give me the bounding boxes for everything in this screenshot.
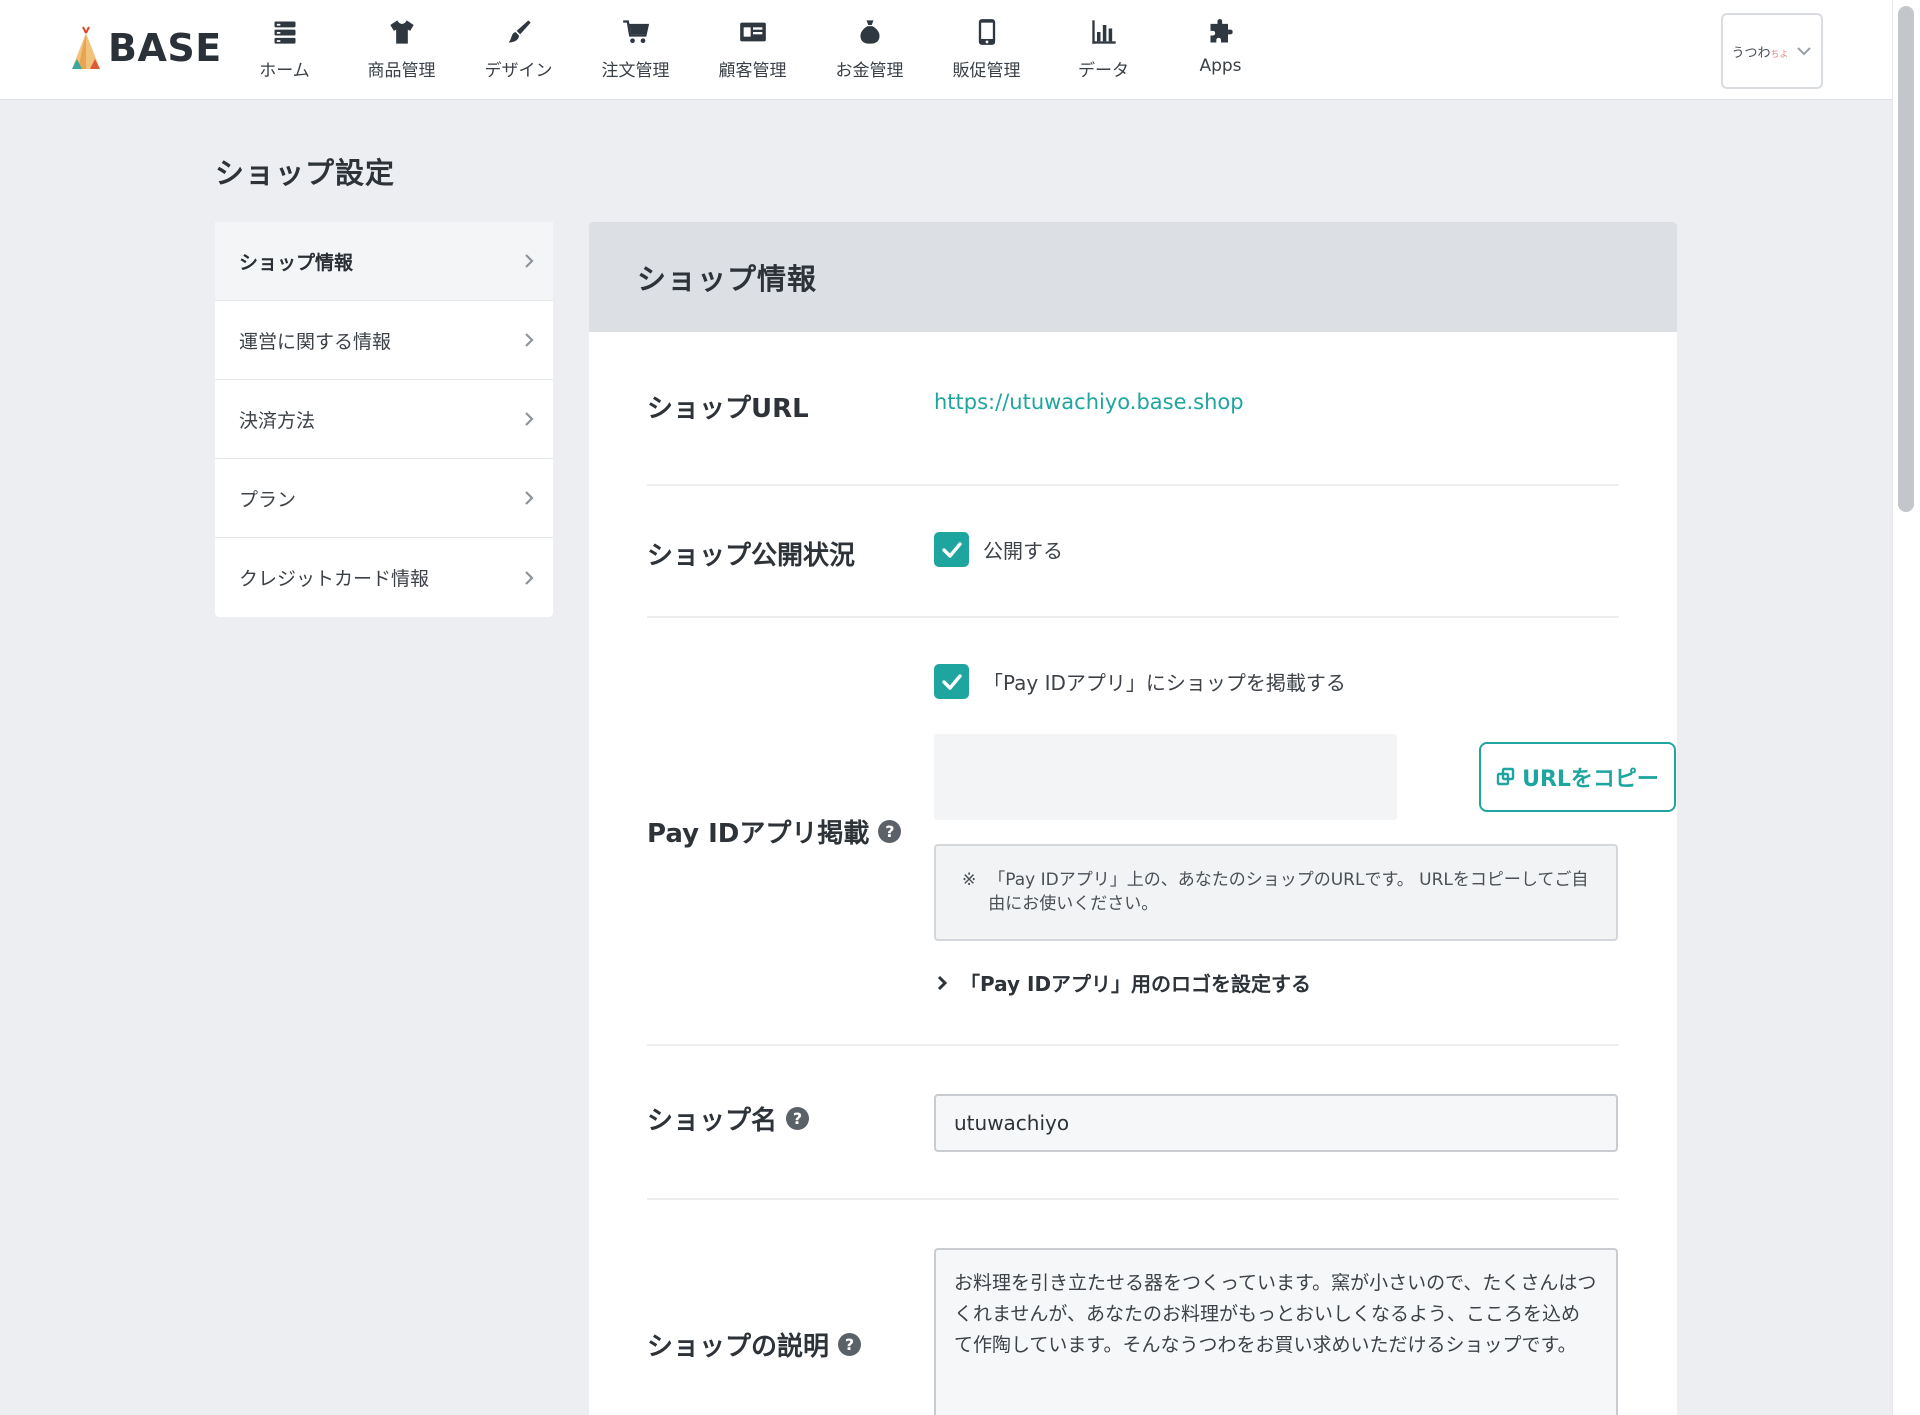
scrollbar-thumb[interactable] xyxy=(1898,6,1914,512)
nav-label: ホーム xyxy=(259,61,310,81)
server-stack-icon xyxy=(270,17,300,47)
payid-checkbox[interactable] xyxy=(934,664,969,699)
nav-label: 販促管理 xyxy=(952,61,1021,81)
nav-customers[interactable]: 顧客管理 xyxy=(694,0,811,100)
shop-visibility-row: ショップ公開状況 公開する xyxy=(647,486,1619,618)
panel-header: ショップ情報 xyxy=(589,222,1677,332)
payid-checkbox-label: 「Pay IDアプリ」にショップを掲載する xyxy=(983,671,1346,695)
payid-note: ※ 「Pay IDアプリ」上の、あなたのショップのURLです。 URLをコピーし… xyxy=(934,844,1618,941)
sidebar-item-label: 運営に関する情報 xyxy=(239,330,392,353)
shop-description-label: ショップの説明? xyxy=(647,1326,862,1363)
payid-label: Pay IDアプリ掲載? xyxy=(647,813,902,850)
shop-url-label: ショップURL xyxy=(647,394,809,424)
nav-label: データ xyxy=(1078,61,1129,81)
publish-checkbox-label: 公開する xyxy=(983,539,1063,563)
chevron-right-icon xyxy=(525,333,534,347)
nav-money[interactable]: お金管理 xyxy=(811,0,928,100)
shop-name-input[interactable] xyxy=(934,1094,1618,1152)
payid-logo-expand-link[interactable]: 「Pay IDアプリ」用のロゴを設定する xyxy=(934,968,1311,997)
sidebar-item-label: プラン xyxy=(239,488,297,511)
tshirt-icon xyxy=(387,17,417,47)
check-icon xyxy=(941,673,962,690)
chevron-right-icon xyxy=(937,975,948,990)
help-icon[interactable]: ? xyxy=(786,1107,810,1130)
bar-chart-icon xyxy=(1089,17,1119,47)
shop-url-link[interactable]: https://utuwachiyo.base.shop xyxy=(934,390,1244,414)
sidebar-item-label: 決済方法 xyxy=(239,409,316,432)
note-text: 「Pay IDアプリ」上の、あなたのショップのURLです。 URLをコピーしてご… xyxy=(988,870,1589,914)
top-header: BASE ホーム 商品管理 デザイン 注文管理 顧客管理 お金管理 販促管理 デ… xyxy=(0,0,1892,100)
sidebar-item-label: ショップ情報 xyxy=(239,251,354,274)
paint-brush-icon xyxy=(504,17,534,47)
sidebar-item-payment-methods[interactable]: 決済方法 xyxy=(215,380,553,459)
sidebar-item-label: クレジットカード情報 xyxy=(239,568,430,590)
nav-promotion[interactable]: 販促管理 xyxy=(928,0,1045,100)
puzzle-icon xyxy=(1206,17,1236,47)
smartphone-icon xyxy=(972,17,1002,47)
nav-apps[interactable]: Apps xyxy=(1162,0,1279,100)
nav-label: 顧客管理 xyxy=(718,61,787,81)
nav-label: デザイン xyxy=(484,61,553,81)
payid-row: Pay IDアプリ掲載? 「Pay IDアプリ」にショップを掲載する URLをコ… xyxy=(647,618,1676,1046)
shop-logo-name: うつわちよ xyxy=(1731,45,1789,61)
payid-checkbox-line[interactable]: 「Pay IDアプリ」にショップを掲載する xyxy=(934,664,1346,699)
shop-url-row: ショップURL https://utuwachiyo.base.shop xyxy=(647,332,1619,486)
cart-icon xyxy=(621,17,651,47)
check-icon xyxy=(941,541,962,558)
publish-checkbox-line[interactable]: 公開する xyxy=(934,532,1063,567)
help-icon[interactable]: ? xyxy=(878,820,902,843)
sidebar-item-operation-info[interactable]: 運営に関する情報 xyxy=(215,301,553,380)
shop-visibility-label: ショップ公開状況 xyxy=(647,541,856,571)
shop-description-textarea[interactable]: お料理を引き立たせる器をつくっています。窯が小さいので、たくさんはつくれませんが… xyxy=(934,1248,1618,1415)
account-switcher[interactable]: うつわちよ xyxy=(1721,13,1823,89)
publish-checkbox[interactable] xyxy=(934,532,969,567)
page-title: ショップ設定 xyxy=(215,156,396,190)
sidebar-item-plan[interactable]: プラン xyxy=(215,459,553,538)
main-nav: ホーム 商品管理 デザイン 注文管理 顧客管理 お金管理 販促管理 データ Ap… xyxy=(226,0,1279,100)
copy-url-button-label: URLをコピー xyxy=(1522,767,1659,792)
nav-data[interactable]: データ xyxy=(1045,0,1162,100)
base-logo[interactable]: BASE xyxy=(68,24,222,72)
settings-side-menu: ショップ情報 運営に関する情報 決済方法 プラン クレジットカード情報 xyxy=(215,222,553,617)
money-bag-icon xyxy=(855,17,885,47)
chevron-right-icon xyxy=(525,254,534,268)
nav-label: Apps xyxy=(1199,56,1242,76)
shop-info-panel: ショップ情報 ショップURL https://utuwachiyo.base.s… xyxy=(589,222,1677,1415)
help-icon[interactable]: ? xyxy=(838,1333,862,1356)
panel-title: ショップ情報 xyxy=(637,262,818,296)
payid-url-field[interactable] xyxy=(934,734,1397,820)
tent-logo-icon xyxy=(72,26,100,69)
sidebar-item-shop-info[interactable]: ショップ情報 xyxy=(215,222,553,301)
nav-label: お金管理 xyxy=(835,61,904,81)
copy-icon xyxy=(1496,767,1515,786)
nav-orders[interactable]: 注文管理 xyxy=(577,0,694,100)
shop-name-row: ショップ名? xyxy=(647,1046,1619,1200)
nav-design[interactable]: デザイン xyxy=(460,0,577,100)
logo-text: BASE xyxy=(108,26,222,70)
chevron-down-icon xyxy=(1796,47,1811,56)
nav-label: 注文管理 xyxy=(601,61,670,81)
shop-name-label: ショップ名? xyxy=(647,1100,810,1137)
payid-logo-link-label: 「Pay IDアプリ」用のロゴを設定する xyxy=(960,972,1312,996)
shop-description-row: ショップの説明? お料理を引き立たせる器をつくっています。窯が小さいので、たくさ… xyxy=(647,1200,1619,1415)
note-mark: ※ xyxy=(962,870,977,890)
chevron-right-icon xyxy=(525,412,534,426)
chevron-right-icon xyxy=(525,570,534,585)
copy-url-button[interactable]: URLをコピー xyxy=(1479,742,1676,812)
nav-label: 商品管理 xyxy=(367,61,436,81)
nav-products[interactable]: 商品管理 xyxy=(343,0,460,100)
chevron-right-icon xyxy=(525,491,534,505)
nav-home[interactable]: ホーム xyxy=(226,0,343,100)
sidebar-item-credit-card[interactable]: クレジットカード情報 xyxy=(215,538,553,617)
id-card-icon xyxy=(738,17,768,47)
